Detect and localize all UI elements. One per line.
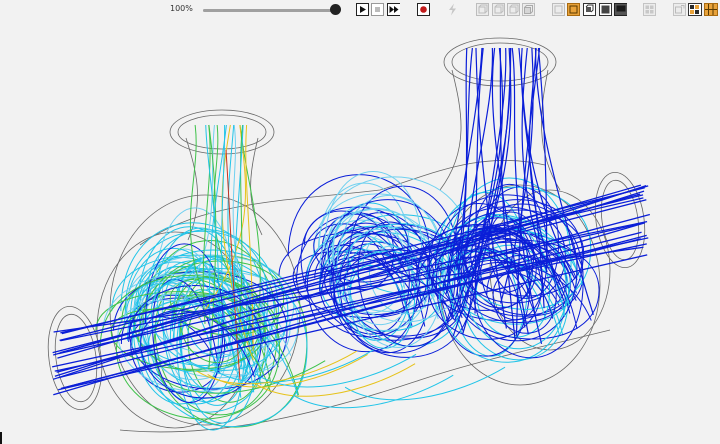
palette-icon bbox=[688, 3, 702, 16]
record-button[interactable] bbox=[417, 3, 430, 16]
export-icon bbox=[673, 3, 686, 16]
zoom-slider-fill bbox=[203, 9, 335, 12]
bottom-streamline bbox=[164, 360, 326, 394]
view-iso-button[interactable] bbox=[522, 3, 535, 16]
stop-button[interactable] bbox=[371, 3, 384, 16]
display-edges-button[interactable] bbox=[583, 3, 596, 16]
fast-forward-icon bbox=[387, 3, 400, 16]
display-solid-button[interactable] bbox=[599, 3, 612, 16]
bottom-streamline bbox=[292, 374, 454, 409]
right-nozzle-streamline bbox=[535, 47, 594, 316]
record-icon bbox=[417, 3, 430, 16]
zoom-slider[interactable] bbox=[203, 4, 341, 16]
settings-icon bbox=[643, 3, 656, 16]
play-icon bbox=[356, 3, 369, 16]
lightning-icon bbox=[449, 3, 456, 16]
cube-iso-icon bbox=[522, 3, 535, 16]
surface-icon bbox=[567, 3, 580, 16]
outline-icon bbox=[552, 3, 565, 16]
zoom-label: 100% bbox=[170, 4, 193, 13]
display-dark-button[interactable] bbox=[614, 3, 627, 16]
cube-top-icon bbox=[507, 3, 520, 16]
cube-front-icon bbox=[476, 3, 489, 16]
streamlines bbox=[52, 47, 651, 431]
edges-icon bbox=[583, 3, 596, 16]
settings-button[interactable] bbox=[643, 3, 656, 16]
lightning-button[interactable] bbox=[446, 3, 459, 16]
zoom-slider-thumb[interactable] bbox=[330, 4, 341, 15]
view-front-button[interactable] bbox=[476, 3, 489, 16]
view-top-button[interactable] bbox=[507, 3, 520, 16]
dark-solid-icon bbox=[614, 3, 627, 16]
cube-side-icon bbox=[492, 3, 505, 16]
top-left-nozzle-flange-inner bbox=[177, 114, 267, 150]
palette-alt-button[interactable] bbox=[704, 3, 718, 16]
solid-icon bbox=[599, 3, 612, 16]
palette-grid-icon bbox=[704, 3, 718, 16]
left-inlet-flange bbox=[47, 305, 103, 411]
fast-forward-button[interactable] bbox=[387, 3, 400, 16]
top-left-nozzle-flange bbox=[169, 109, 275, 155]
palette-button[interactable] bbox=[688, 3, 702, 16]
streamline-viewport[interactable] bbox=[0, 22, 720, 444]
display-outline-button[interactable] bbox=[552, 3, 565, 16]
play-button[interactable] bbox=[356, 3, 369, 16]
stop-icon bbox=[371, 3, 384, 16]
toolbar: 100% bbox=[0, 0, 720, 22]
text-cursor bbox=[0, 432, 2, 444]
display-surface-button[interactable] bbox=[567, 3, 580, 16]
export-button[interactable] bbox=[673, 3, 686, 16]
view-side-button[interactable] bbox=[492, 3, 505, 16]
